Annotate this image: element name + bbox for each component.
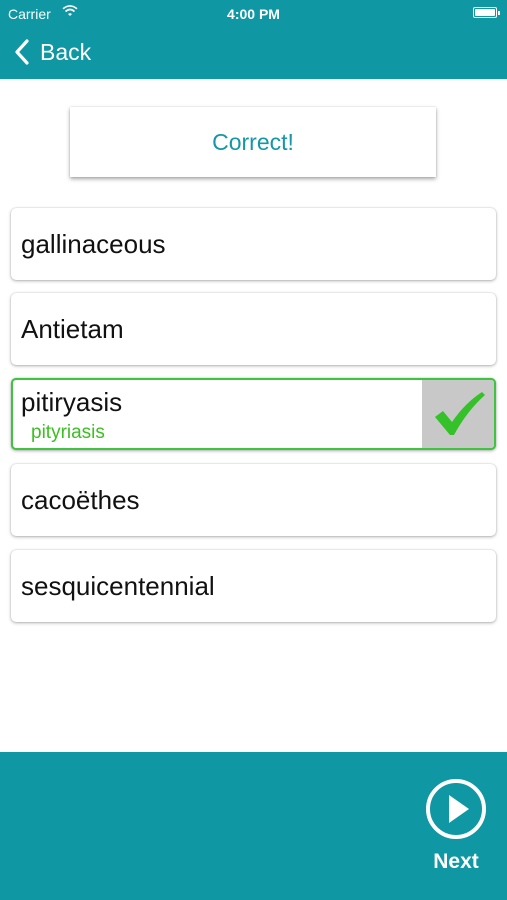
correct-spelling: pityriasis [31,422,105,443]
option-word: cacoëthes [21,485,140,515]
check-indicator [422,380,494,448]
answer-option-4[interactable]: cacoëthes [11,464,496,536]
chevron-left-icon [15,39,29,65]
next-button[interactable]: Next [418,778,494,878]
option-word: sesquicentennial [21,571,215,601]
option-word: gallinaceous [21,229,166,259]
option-word: pitiryasis [21,387,123,417]
play-circle-icon [426,779,486,839]
back-button[interactable]: Back [12,36,91,68]
option-word: Antietam [21,314,124,344]
feedback-text: Correct! [212,128,294,155]
back-label: Back [40,38,92,65]
battery-icon [473,7,500,18]
answer-option-2[interactable]: Antietam [11,293,496,365]
checkmark-icon [435,392,485,435]
next-label: Next [433,850,479,873]
answer-option-1[interactable]: gallinaceous [11,208,496,280]
answer-option-3-correct[interactable]: pitiryasis pityriasis [11,378,496,450]
status-bar: Carrier 4:00 PM [0,0,507,28]
feedback-banner: Correct! [70,107,436,177]
answer-option-5[interactable]: sesquicentennial [11,550,496,622]
status-time: 4:00 PM [227,6,280,22]
app-header: Carrier 4:00 PM Back [0,0,507,79]
